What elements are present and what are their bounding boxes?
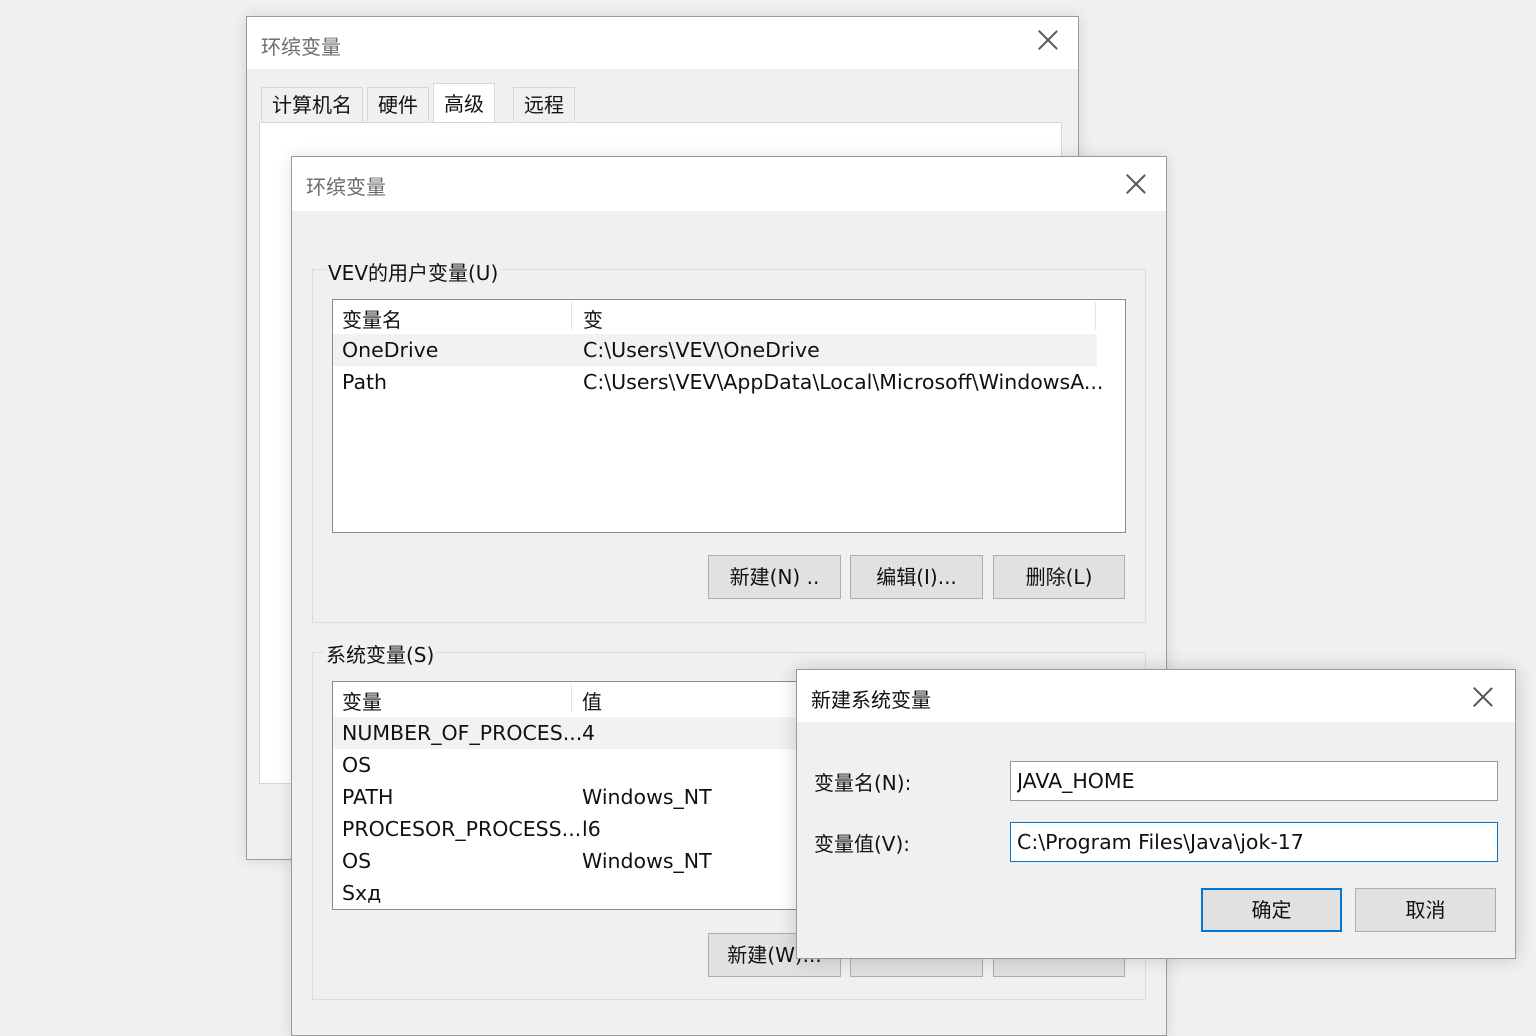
close-icon[interactable] [1471, 684, 1495, 708]
row-value: Windows_NT [582, 785, 712, 809]
row-value: C:\Users\VEV\OneDrive [583, 338, 820, 362]
tab-computer-name[interactable]: 计算机名 [261, 87, 363, 121]
column-divider[interactable] [571, 684, 572, 712]
user-delete-button[interactable]: 删除(L) [993, 555, 1125, 599]
row-value: 4 [582, 721, 596, 745]
user-new-button[interactable]: 新建(N) .. [708, 555, 841, 599]
variable-name-input[interactable] [1010, 761, 1498, 801]
close-icon[interactable] [1036, 27, 1060, 51]
row-name: Path [342, 370, 388, 394]
system-variables-label: 系统变量(S) [324, 639, 437, 668]
title-bar: 新建系统变量 [797, 670, 1515, 722]
row-name: PATH [342, 785, 394, 809]
table-row[interactable]: OneDrive C:\Users\VEV\OneDrive [333, 334, 1097, 366]
list-header: 变量名 变 [333, 300, 1125, 334]
row-name: Sхд [342, 881, 382, 905]
row-value: Windows_NT [582, 849, 712, 873]
variable-value-input[interactable] [1010, 822, 1498, 862]
column-divider[interactable] [571, 302, 572, 330]
row-value: l6 [582, 817, 601, 841]
variable-name-label: 变量名(N): [814, 771, 912, 795]
ok-button[interactable]: 确定 [1201, 888, 1342, 932]
row-name: OS [342, 849, 372, 873]
column-header-name[interactable]: 变量 [342, 686, 382, 715]
window-title: 环缤变量 [306, 175, 386, 199]
column-header-name[interactable]: 变量名 [342, 304, 402, 333]
cancel-button[interactable]: 取消 [1355, 888, 1496, 932]
dialog-title: 新建系统变量 [811, 688, 931, 712]
column-header-value[interactable]: 变 [583, 304, 603, 333]
title-bar: 环缤变量 [247, 17, 1078, 69]
variable-value-label: 变量值(V): [814, 832, 911, 856]
tab-hardware[interactable]: 硬件 [367, 87, 429, 121]
user-variables-list[interactable]: 变量名 变 OneDrive C:\Users\VEV\OneDrive Pat… [332, 299, 1126, 533]
column-header-value[interactable]: 值 [582, 686, 602, 715]
user-edit-button[interactable]: 编辑(I)... [850, 555, 983, 599]
title-bar: 环缤变量 [292, 157, 1166, 211]
row-value: C:\Users\VEV\AppData\Local\Microsoff\Win… [583, 370, 1104, 394]
row-name: OneDrive [342, 338, 439, 362]
column-divider[interactable] [1095, 302, 1096, 330]
row-name: PROCESOR_PROCESS... [342, 817, 582, 841]
tab-remote[interactable]: 远程 [513, 87, 575, 121]
window-title: 环缤变量 [261, 35, 341, 59]
user-variables-label: VEV的用户变量(U) [326, 257, 501, 286]
row-name: OS [342, 753, 372, 777]
row-name: NUMBER_OF_PROCES... [342, 721, 583, 745]
tab-advanced[interactable]: 高级 [433, 83, 495, 123]
table-row[interactable]: Path C:\Users\VEV\AppData\Local\Microsof… [333, 366, 1103, 398]
new-system-variable-dialog: 新建系统变量 变量名(N): 变量值(V): 确定 取消 [796, 669, 1516, 959]
close-icon[interactable] [1124, 171, 1148, 195]
